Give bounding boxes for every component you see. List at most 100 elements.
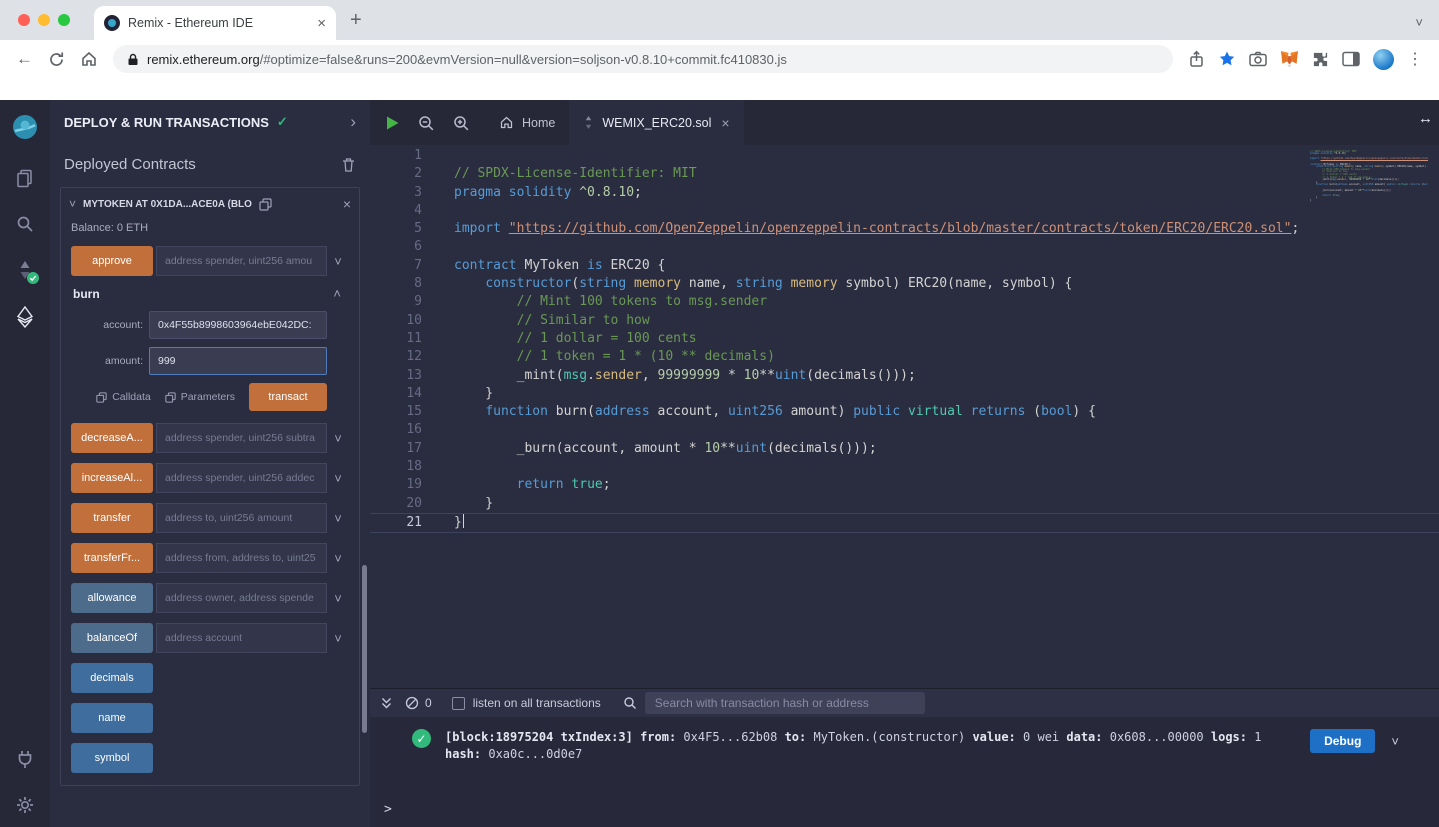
- window-minimize-button[interactable]: [38, 14, 50, 26]
- burn-amount-label: amount:: [105, 355, 143, 367]
- code-line: 5import "https://github.com/OpenZeppelin…: [370, 220, 1439, 238]
- listen-transactions-label: listen on all transactions: [473, 696, 601, 710]
- deploy-run-icon[interactable]: [16, 306, 34, 328]
- back-button[interactable]: ←: [16, 49, 33, 69]
- function-button-approve[interactable]: approve: [71, 246, 153, 276]
- browser-menu-kebab-icon[interactable]: ⋮: [1407, 49, 1423, 69]
- run-script-play-icon[interactable]: [385, 115, 400, 131]
- lock-icon[interactable]: [127, 53, 139, 66]
- function-button-allowance[interactable]: allowance: [71, 583, 153, 613]
- code-line: 14 }: [370, 385, 1439, 403]
- transaction-log-text: [block:18975204 txIndex:3] from: 0x4F5..…: [445, 729, 1275, 763]
- transact-button[interactable]: transact: [249, 383, 327, 411]
- zoom-out-icon[interactable]: [417, 114, 435, 132]
- expand-chevron-icon[interactable]: ˅: [327, 511, 349, 526]
- reload-button[interactable]: [48, 51, 65, 68]
- code-editor[interactable]: 12// SPDX-License-Identifier: MIT3pragma…: [370, 145, 1439, 688]
- address-bar[interactable]: remix.ethereum.org/#optimize=false&runs=…: [113, 45, 1173, 73]
- editor-minimap[interactable]: // SPDX-License-Identifier: MITpragma so…: [1310, 148, 1428, 202]
- function-row-allowance: allowance ˅: [71, 583, 349, 613]
- tab-close-icon[interactable]: ×: [317, 16, 326, 31]
- expand-chevron-icon[interactable]: ˅: [327, 631, 349, 646]
- screenshot-extension-icon[interactable]: [1249, 51, 1267, 67]
- home-button[interactable]: [80, 50, 98, 68]
- code-line: 7contract MyToken is ERC20 {: [370, 257, 1439, 275]
- parameters-button[interactable]: Parameters: [165, 391, 235, 403]
- code-line: 3pragma solidity ^0.8.10;: [370, 184, 1439, 202]
- transaction-log-row[interactable]: ✓ [block:18975204 txIndex:3] from: 0x4F5…: [370, 717, 1439, 763]
- code-line: 15 function burn(address account, uint25…: [370, 403, 1439, 421]
- instance-expand-chevron-icon[interactable]: ˅: [69, 197, 76, 211]
- search-icon[interactable]: [15, 214, 35, 234]
- terminal-search-input[interactable]: [645, 692, 925, 714]
- tab-wemix-erc20[interactable]: WEMIX_ERC20.sol ×: [569, 100, 743, 145]
- metamask-extension-icon[interactable]: [1280, 50, 1299, 68]
- function-args-input-allowance[interactable]: [156, 583, 327, 613]
- function-args-input-balanceof[interactable]: [156, 623, 327, 653]
- function-button-decimals[interactable]: decimals: [71, 663, 153, 693]
- side-panel-scrollbar[interactable]: [362, 565, 367, 733]
- function-button-symbol[interactable]: symbol: [71, 743, 153, 773]
- panel-check-icon: ✓: [277, 114, 288, 130]
- function-args-input-increaseal[interactable]: [156, 463, 327, 493]
- solidity-compiler-icon[interactable]: [16, 260, 34, 280]
- function-args-input-approve[interactable]: [156, 246, 327, 276]
- copy-address-icon[interactable]: [259, 198, 272, 211]
- line-number: 5: [370, 220, 438, 238]
- panel-collapse-chevron-icon[interactable]: ›: [350, 112, 356, 132]
- expand-chevron-icon[interactable]: ˅: [327, 431, 349, 446]
- expand-chevron-icon[interactable]: ˅: [327, 551, 349, 566]
- burn-amount-input[interactable]: [149, 347, 327, 375]
- tab-search-chevron-icon[interactable]: ˅: [1415, 15, 1423, 30]
- new-tab-button[interactable]: +: [350, 9, 362, 32]
- share-icon[interactable]: [1188, 50, 1205, 68]
- terminal-collapse-chevrons-icon[interactable]: [380, 696, 393, 710]
- expand-log-chevron-icon[interactable]: ˅: [1391, 734, 1399, 749]
- extensions-puzzle-icon[interactable]: [1312, 51, 1329, 68]
- function-args-input-decreasea[interactable]: [156, 423, 327, 453]
- line-number: 3: [370, 184, 438, 202]
- settings-gear-icon[interactable]: [15, 795, 35, 815]
- browser-tab[interactable]: Remix - Ethereum IDE ×: [94, 6, 336, 40]
- function-button-balanceof[interactable]: balanceOf: [71, 623, 153, 653]
- instance-close-icon[interactable]: ×: [343, 196, 351, 212]
- profile-avatar[interactable]: [1373, 49, 1394, 70]
- listen-transactions-checkbox[interactable]: [452, 697, 465, 710]
- burn-expanded-panel: burn ˄ account: amount: Callda: [69, 286, 351, 411]
- function-button-increaseal[interactable]: increaseAl...: [71, 463, 153, 493]
- code-line: 6: [370, 238, 1439, 256]
- line-number: 2: [370, 165, 438, 183]
- code-line: 19 return true;: [370, 476, 1439, 494]
- side-panel-icon[interactable]: [1342, 51, 1360, 67]
- burn-account-input[interactable]: [149, 311, 327, 339]
- function-args-input-transfer[interactable]: [156, 503, 327, 533]
- instance-header[interactable]: ˅ MYTOKEN AT 0X1DA...ACE0A (BLO ×: [69, 196, 351, 212]
- editor-topbar: Home WEMIX_ERC20.sol × ↔: [370, 100, 1439, 145]
- plugin-manager-icon[interactable]: [15, 749, 35, 769]
- terminal-prompt[interactable]: >: [370, 802, 1439, 827]
- debug-button[interactable]: Debug: [1310, 729, 1375, 753]
- calldata-button[interactable]: Calldata: [96, 391, 151, 403]
- instance-balance: Balance: 0 ETH: [69, 212, 351, 246]
- collapse-burn-chevron-icon[interactable]: ˄: [333, 286, 341, 301]
- function-button-decreasea[interactable]: decreaseA...: [71, 423, 153, 453]
- clear-instances-trash-icon[interactable]: [341, 157, 356, 173]
- tab-home[interactable]: Home: [485, 100, 569, 145]
- expand-chevron-icon[interactable]: ˅: [327, 254, 349, 269]
- zoom-in-icon[interactable]: [452, 114, 470, 132]
- window-zoom-button[interactable]: [58, 14, 70, 26]
- line-number: 14: [370, 385, 438, 403]
- expand-chevron-icon[interactable]: ˅: [327, 591, 349, 606]
- function-button-transferfr[interactable]: transferFr...: [71, 543, 153, 573]
- bookmark-star-icon[interactable]: [1218, 50, 1236, 68]
- function-args-input-transferfr[interactable]: [156, 543, 327, 573]
- file-explorer-icon[interactable]: [15, 168, 35, 188]
- expand-chevron-icon[interactable]: ˅: [327, 471, 349, 486]
- resize-horizontal-icon[interactable]: ↔: [1418, 110, 1433, 127]
- clear-console-ban-icon[interactable]: [405, 696, 419, 710]
- remix-logo[interactable]: [10, 112, 40, 142]
- window-close-button[interactable]: [18, 14, 30, 26]
- tab-close-icon[interactable]: ×: [721, 115, 729, 131]
- function-button-transfer[interactable]: transfer: [71, 503, 153, 533]
- function-button-name[interactable]: name: [71, 703, 153, 733]
